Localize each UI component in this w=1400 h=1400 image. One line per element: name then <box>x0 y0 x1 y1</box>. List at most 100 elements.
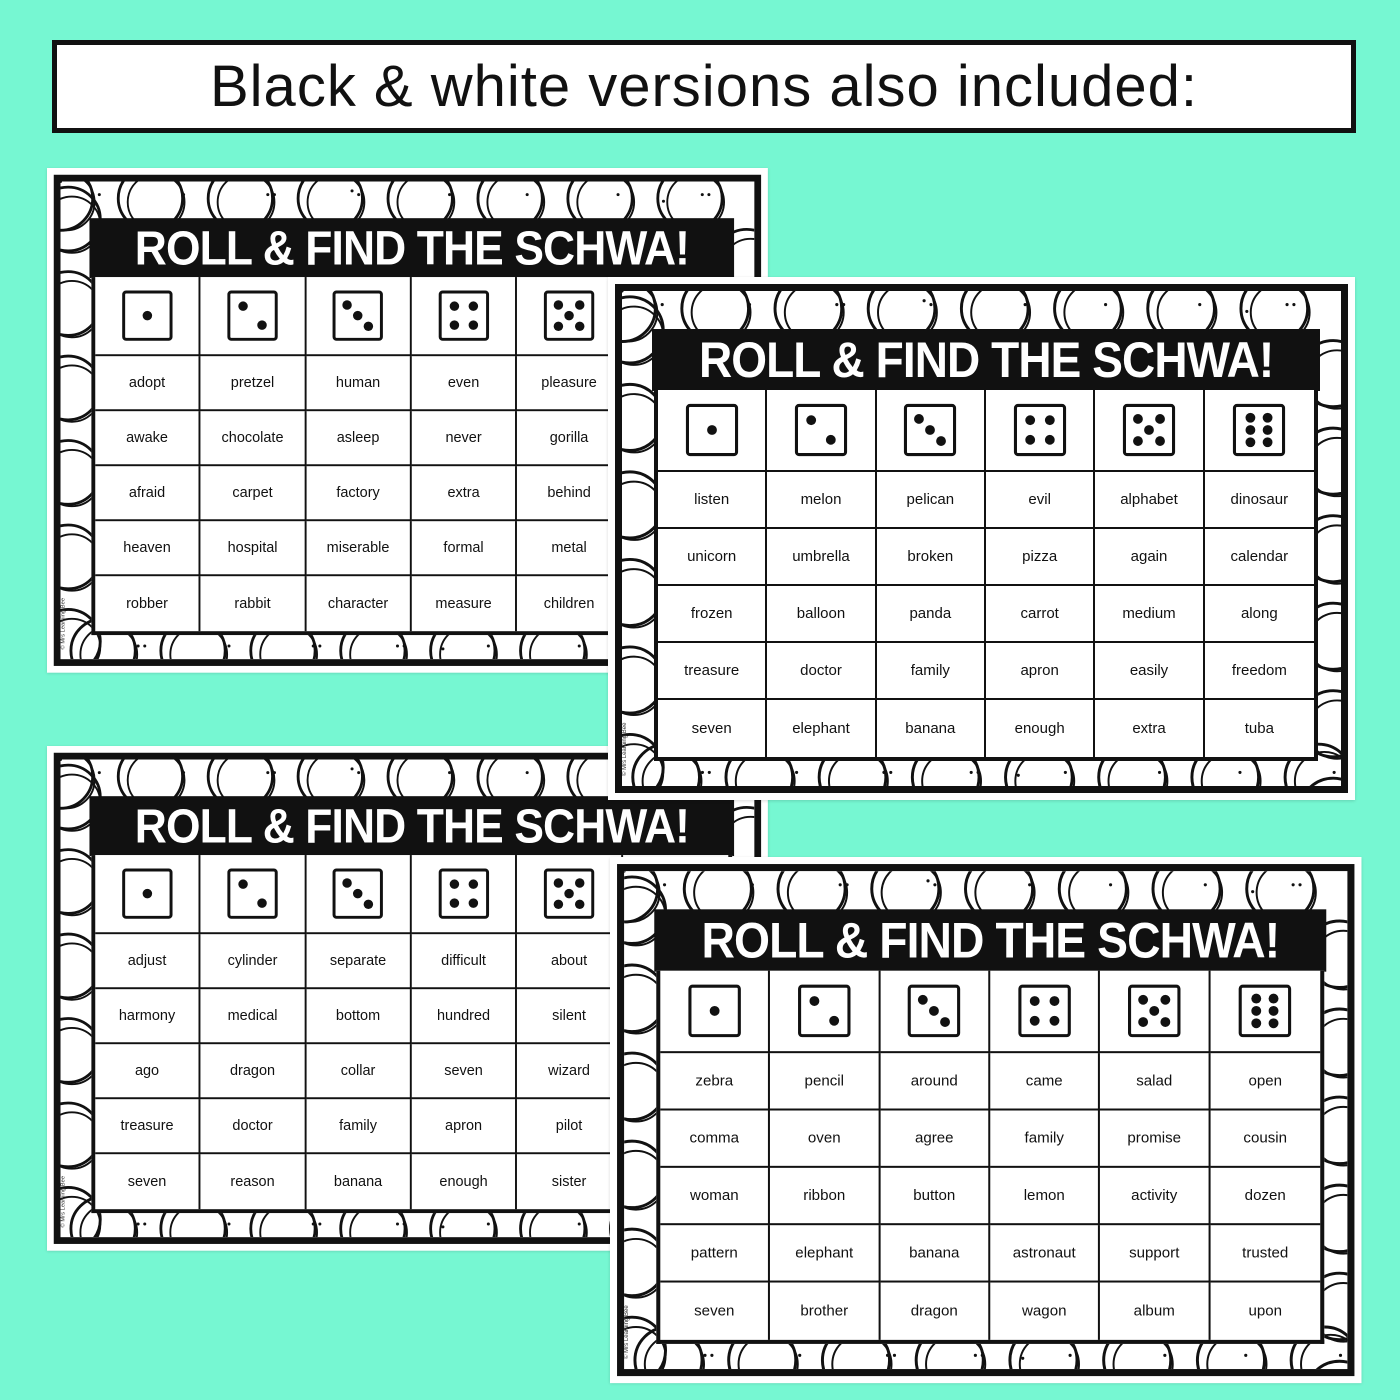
word-cell: never <box>411 411 518 467</box>
word-cell: balloon <box>767 586 877 643</box>
dice-header-cell <box>1100 970 1211 1054</box>
word-cell: bottom <box>306 989 412 1045</box>
word-cell: rabbit <box>201 576 307 632</box>
die-1-icon <box>121 290 173 341</box>
word-cell: extra <box>411 466 518 522</box>
word-cell: formal <box>411 521 518 577</box>
copyright-text: © Mrs Learning Bee <box>60 597 67 650</box>
header-banner: Black & white versions also included: <box>52 40 1356 133</box>
die-1-icon <box>688 984 741 1038</box>
dice-header-cell <box>306 277 412 357</box>
copyright-text: © Mrs Learning Bee <box>622 722 628 776</box>
word-cell: upon <box>1248 1302 1283 1320</box>
word-cell: treasure <box>658 643 768 700</box>
die-2-icon <box>798 984 851 1038</box>
word-cell: asleep <box>306 411 412 467</box>
dice-header-cell <box>95 277 201 357</box>
word-cell: broken <box>876 529 986 586</box>
word-cell: cousin <box>1210 1111 1321 1168</box>
dice-header-cell <box>986 390 1096 472</box>
dice-header-cell <box>876 390 986 472</box>
word-cell: elephant <box>767 700 877 757</box>
dice-header-cell <box>770 970 881 1054</box>
word-cell: enough <box>986 700 1096 757</box>
word-cell: hundred <box>411 989 518 1045</box>
die-5-icon <box>1127 984 1181 1038</box>
word-cell: enough <box>412 1154 518 1210</box>
word-cell: pencil <box>770 1053 881 1111</box>
dice-header-cell <box>1210 971 1321 1054</box>
word-cell: metal <box>517 521 623 577</box>
word-cell: comma <box>660 1110 771 1168</box>
word-cell: medium <box>1095 586 1205 643</box>
word-cell: collar <box>306 1044 412 1100</box>
worksheet-frame: ROLL & FIND THE SCHWA! © Mrs Learning Bee… <box>617 864 1355 1377</box>
word-cell: seven <box>95 1154 201 1210</box>
word-cell: gorilla <box>517 411 623 467</box>
word-cell: pleasure <box>517 356 623 412</box>
word-cell: pilot <box>517 1099 623 1155</box>
word-cell: sister <box>517 1154 623 1210</box>
word-cell: apron <box>411 1099 518 1155</box>
word-grid: zebra pencil around came salad open comma oven a… <box>656 970 1325 1344</box>
word-cell: brother <box>770 1282 881 1340</box>
dice-header-cell <box>880 970 991 1054</box>
die-3-icon <box>332 868 384 919</box>
word-cell: freedom <box>1204 643 1314 700</box>
dice-header-cell <box>306 855 412 935</box>
word-cell: pizza <box>986 529 1096 586</box>
word-cell: cylinder <box>200 934 307 990</box>
word-cell: album <box>1100 1282 1211 1340</box>
word-cell: human <box>306 356 412 412</box>
die-4-icon <box>1018 984 1071 1038</box>
word-cell: even <box>411 356 518 412</box>
word-cell: button <box>880 1167 991 1226</box>
word-cell: zebra <box>660 1053 771 1111</box>
word-cell: doctor <box>200 1099 307 1155</box>
word-cell: salad <box>1100 1053 1211 1111</box>
dice-header-cell <box>1095 390 1205 472</box>
word-cell: children <box>517 576 623 632</box>
word-cell: behind <box>517 466 623 522</box>
word-cell: dozen <box>1210 1168 1321 1226</box>
worksheet-title: ROLL & FIND THE SCHWA! <box>652 329 1320 391</box>
word-cell: doctor <box>767 643 877 700</box>
die-5-icon <box>1122 403 1176 457</box>
word-cell: dragon <box>200 1044 307 1100</box>
word-cell: banana <box>306 1154 412 1210</box>
die-4-icon <box>438 290 489 341</box>
word-cell: came <box>990 1053 1101 1111</box>
word-cell: reason <box>201 1154 307 1210</box>
word-cell: dinosaur <box>1204 472 1314 529</box>
word-cell: unicorn <box>658 529 768 586</box>
word-cell: adjust <box>95 934 201 990</box>
die-2-icon <box>227 868 278 919</box>
worksheet-card: ROLL & FIND THE SCHWA! © Mrs Learning Bee… <box>608 277 1355 800</box>
word-cell: adopt <box>95 356 201 412</box>
word-cell: banana <box>880 1225 991 1283</box>
word-cell: banana <box>877 700 986 757</box>
die-4-icon <box>1013 403 1066 457</box>
die-5-icon <box>543 868 595 919</box>
dice-header-cell <box>517 277 623 357</box>
worksheet-title: ROLL & FIND THE SCHWA! <box>89 218 735 279</box>
word-cell: wizard <box>517 1044 623 1100</box>
word-cell: difficult <box>411 934 518 990</box>
word-cell: ago <box>95 1044 201 1100</box>
word-cell: umbrella <box>767 529 877 586</box>
die-4-icon <box>438 868 489 919</box>
die-1-icon <box>121 868 173 919</box>
word-cell: robber <box>95 576 201 632</box>
word-cell: open <box>1210 1053 1321 1111</box>
worksheet-title: ROLL & FIND THE SCHWA! <box>89 796 735 857</box>
word-cell: easily <box>1095 643 1205 700</box>
word-cell: elephant <box>770 1225 881 1283</box>
word-cell: pelican <box>876 472 986 529</box>
word-cell: about <box>517 934 623 990</box>
word-cell: silent <box>517 989 623 1045</box>
dice-header-cell <box>658 390 768 472</box>
word-cell: astronaut <box>990 1225 1101 1283</box>
word-cell: family <box>990 1110 1101 1168</box>
die-3-icon <box>904 403 957 457</box>
word-cell: awake <box>95 411 201 467</box>
